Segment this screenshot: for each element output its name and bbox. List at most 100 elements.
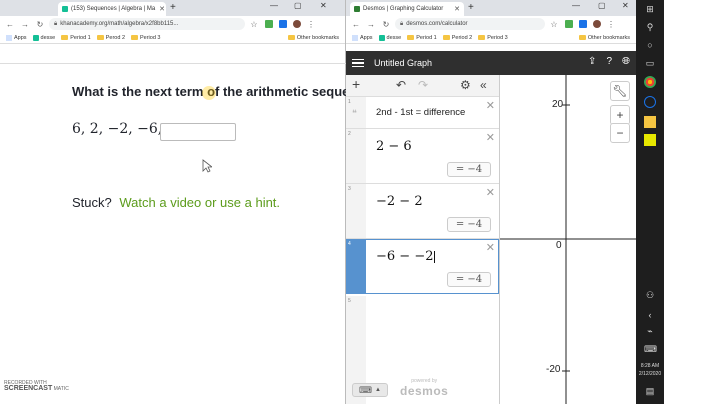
- extension-icon[interactable]: [565, 20, 573, 28]
- delete-icon[interactable]: ✕: [486, 186, 495, 199]
- new-tab-icon[interactable]: +: [468, 2, 474, 13]
- watermark-brand-suffix: MATIC: [53, 386, 69, 392]
- bookmark-desse[interactable]: desse: [32, 34, 55, 41]
- close-tab-icon[interactable]: ✕: [450, 5, 460, 13]
- expression-row[interactable]: 2 2 − 6 = −4 ✕: [346, 129, 499, 184]
- expression-math[interactable]: −2 − 2: [376, 194, 423, 209]
- add-item-icon[interactable]: +: [352, 76, 360, 92]
- expression-math-text: −6 − −2: [376, 249, 434, 264]
- screen: (153) Sequences | Algebra | Ma ✕ + — ▢ ✕…: [0, 0, 720, 404]
- delete-icon[interactable]: ✕: [486, 241, 495, 254]
- share-icon[interactable]: ⇪: [588, 56, 596, 67]
- graph-paper[interactable]: 20 0 -20 🔧︎ + −: [500, 75, 636, 404]
- khan-favicon-icon: [62, 6, 68, 12]
- tab-khan[interactable]: (153) Sequences | Algebra | Ma ✕: [58, 2, 166, 16]
- bookmark-apps[interactable]: Apps: [352, 34, 373, 41]
- tab-desmos[interactable]: Desmos | Graphing Calculator ✕: [350, 2, 464, 16]
- file-explorer-icon[interactable]: [644, 116, 656, 128]
- hint-link[interactable]: Watch a video or use a hint.: [119, 195, 280, 210]
- stuck-label: Stuck?: [72, 195, 112, 210]
- y-tick-label: -20: [546, 364, 561, 375]
- forward-icon[interactable]: →: [366, 20, 376, 29]
- maximize-icon[interactable]: ▢: [598, 1, 606, 10]
- bookmarks-bar: Apps desse Period 1 Period 2 Period 3 Ot…: [346, 32, 636, 44]
- star-icon[interactable]: ☆: [249, 20, 259, 29]
- keypad-toggle-button[interactable]: ⌨ ▲: [352, 383, 388, 397]
- bookmark-desse[interactable]: desse: [378, 34, 401, 41]
- settings-gear-icon[interactable]: ⚙: [460, 78, 471, 92]
- graph-settings-wrench-icon[interactable]: 🔧︎: [610, 81, 630, 101]
- extension-icon[interactable]: [265, 20, 273, 28]
- answer-input[interactable]: [160, 123, 236, 141]
- row-index: 3: [346, 184, 366, 238]
- url-text: desmos.com/calculator: [406, 21, 468, 27]
- profile-avatar-icon[interactable]: [593, 20, 601, 28]
- new-tab-icon[interactable]: +: [170, 2, 176, 13]
- origin-label: 0: [556, 240, 562, 251]
- bookmark-period3[interactable]: Period 3: [478, 35, 508, 41]
- keyboard-icon[interactable]: ⌨: [644, 344, 657, 356]
- sticky-notes-icon[interactable]: [644, 134, 656, 146]
- bookmark-period3[interactable]: Period 3: [131, 35, 161, 41]
- desktop-background: [664, 0, 720, 404]
- people-icon[interactable]: ⚇: [644, 290, 656, 302]
- expression-row-active[interactable]: 4 −6 − −2 = −4 ✕: [346, 239, 499, 294]
- back-icon[interactable]: ←: [5, 20, 15, 29]
- tab-title: (153) Sequences | Algebra | Ma: [71, 6, 156, 12]
- back-icon[interactable]: ←: [351, 20, 361, 29]
- bookmark-period1[interactable]: Period 1: [61, 35, 91, 41]
- windows-start-icon[interactable]: ⊞: [644, 4, 656, 16]
- menu-dots-icon[interactable]: ⋮: [306, 20, 316, 29]
- reload-icon[interactable]: ↻: [35, 20, 45, 29]
- star-icon[interactable]: ☆: [549, 20, 559, 29]
- redo-icon[interactable]: ↷: [418, 78, 428, 92]
- url-field[interactable]: 🔒︎ desmos.com/calculator: [395, 18, 545, 30]
- close-window-icon[interactable]: ✕: [622, 1, 629, 10]
- forward-icon[interactable]: →: [20, 20, 30, 29]
- other-bookmarks[interactable]: Other bookmarks: [578, 35, 630, 41]
- expression-math[interactable]: −6 − −2: [376, 249, 436, 264]
- folder-icon: [61, 35, 69, 40]
- zoom-in-button[interactable]: +: [610, 105, 630, 125]
- graph-title[interactable]: Untitled Graph: [374, 58, 432, 68]
- extension-blue-icon[interactable]: [579, 20, 587, 28]
- search-icon[interactable]: ⚲: [644, 22, 656, 34]
- menu-dots-icon[interactable]: ⋮: [606, 20, 616, 29]
- chrome-active-icon[interactable]: [644, 96, 656, 108]
- delete-icon[interactable]: ✕: [486, 99, 495, 112]
- reload-icon[interactable]: ↻: [381, 20, 391, 29]
- hamburger-menu-icon[interactable]: [352, 57, 364, 70]
- expression-row[interactable]: 1 ❝ 2nd - 1st = difference ✕: [346, 97, 499, 129]
- note-text[interactable]: 2nd - 1st = difference: [376, 107, 465, 118]
- globe-icon[interactable]: 🌐︎: [622, 56, 630, 67]
- minimize-icon[interactable]: —: [270, 1, 278, 10]
- bookmark-period1[interactable]: Period 1: [407, 35, 437, 41]
- task-view-icon[interactable]: ▭: [644, 58, 656, 70]
- profile-avatar-icon[interactable]: [293, 20, 301, 28]
- chevron-up-icon[interactable]: ‹: [644, 310, 656, 322]
- chrome-icon[interactable]: [644, 76, 656, 88]
- cortana-icon[interactable]: ○: [644, 40, 656, 52]
- expression-math[interactable]: 2 − 6: [376, 139, 412, 154]
- maximize-icon[interactable]: ▢: [294, 1, 302, 10]
- notifications-icon[interactable]: ▤: [644, 386, 656, 398]
- minimize-icon[interactable]: —: [572, 1, 580, 10]
- zoom-out-button[interactable]: −: [610, 123, 630, 143]
- expression-row[interactable]: 3 −2 − 2 = −4 ✕: [346, 184, 499, 239]
- other-bookmarks[interactable]: Other bookmarks: [287, 35, 339, 41]
- network-icon[interactable]: ⌁: [644, 326, 656, 338]
- extension-blue-icon[interactable]: [279, 20, 287, 28]
- folder-icon: [442, 35, 450, 40]
- folder-icon: [578, 35, 586, 40]
- delete-icon[interactable]: ✕: [486, 131, 495, 144]
- bookmark-period2[interactable]: Period 2: [442, 35, 472, 41]
- url-field[interactable]: 🔒︎ khanacademy.org/math/algebra/x2f8bb11…: [49, 18, 245, 30]
- help-icon[interactable]: ?: [606, 56, 612, 67]
- clock[interactable]: 8:28 AM 2/12/2020: [636, 362, 664, 378]
- undo-icon[interactable]: ↶: [396, 78, 406, 92]
- bookmark-period2[interactable]: Perod 2: [96, 35, 125, 41]
- close-tab-icon[interactable]: ✕: [155, 5, 165, 13]
- collapse-panel-icon[interactable]: «: [480, 78, 487, 92]
- close-window-icon[interactable]: ✕: [320, 1, 327, 10]
- bookmark-apps[interactable]: Apps: [6, 34, 27, 41]
